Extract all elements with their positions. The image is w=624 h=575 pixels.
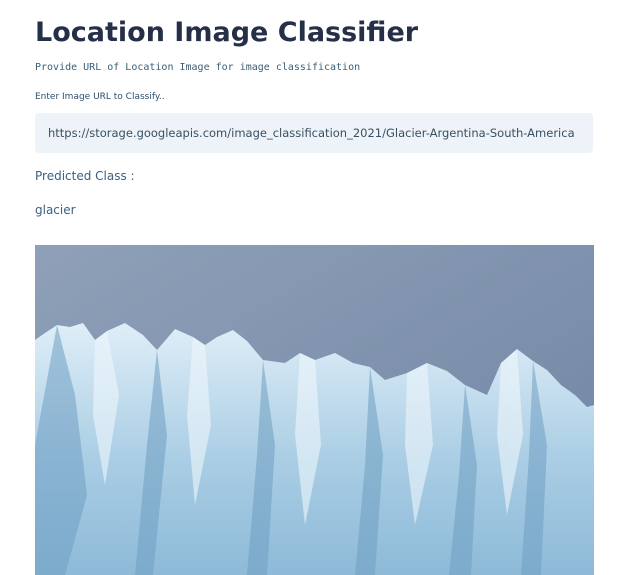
predicted-class-label: Predicted Class : <box>35 169 135 183</box>
url-input-label: Enter Image URL to Classify.. <box>35 92 165 102</box>
image-url-input[interactable] <box>35 113 593 153</box>
page-title: Location Image Classifier <box>35 17 419 48</box>
page-subtitle: Provide URL of Location Image for image … <box>35 62 361 73</box>
predicted-class-value: glacier <box>35 203 76 217</box>
glacier-photo <box>35 245 594 575</box>
